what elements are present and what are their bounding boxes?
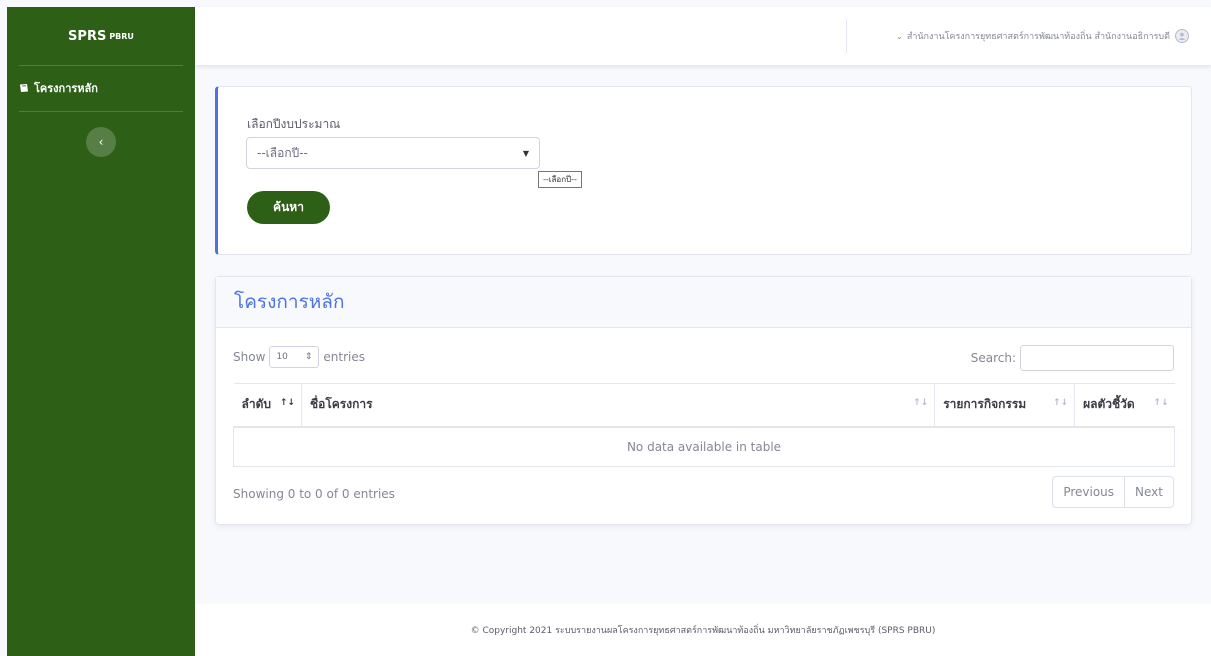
book-icon	[19, 83, 29, 93]
pagination: Previous Next	[1052, 476, 1174, 508]
copyright-text: © Copyright 2021 ระบบรายงานผลโครงการยุทธ…	[470, 626, 936, 636]
budget-year-select[interactable]: --เลือกปี-- ▼	[246, 137, 540, 169]
next-button[interactable]: Next	[1124, 477, 1173, 507]
card-header: โครงการหลัก	[216, 277, 1191, 328]
card-title: โครงการหลัก	[234, 291, 345, 313]
entries-select[interactable]: 10 ⇕	[269, 346, 320, 368]
brand-logo[interactable]: SPRS PBRU	[7, 7, 195, 65]
show-label: Show	[233, 350, 266, 364]
select-tooltip: --เลือกปี--	[538, 171, 582, 188]
entries-control: Show 10 ⇕ entries	[233, 346, 365, 368]
column-header-indicators[interactable]: ผลตัวชี้วัด ↑↓	[1074, 383, 1175, 428]
footer: © Copyright 2021 ระบบรายงานผลโครงการยุทธ…	[195, 604, 1211, 656]
search-button[interactable]: ค้นหา	[247, 191, 330, 224]
column-header-activities[interactable]: รายการกิจกรรม ↑↓	[934, 383, 1075, 428]
select-value: --เลือกปี--	[257, 145, 308, 160]
sidebar-toggle-button[interactable]: ‹	[86, 127, 116, 157]
previous-button[interactable]: Previous	[1053, 477, 1124, 507]
projects-card: โครงการหลัก Show 10 ⇕ entries Search: ลำ…	[215, 276, 1192, 525]
sort-icon: ↑↓	[1153, 398, 1169, 408]
sidebar-divider	[19, 111, 183, 112]
user-name: สำนักงานโครงการยุทธศาสตร์การพัฒนาท้องถิ่…	[906, 32, 1170, 42]
sidebar-item-label: โครงการหลัก	[34, 82, 98, 95]
brand-sup: PBRU	[109, 31, 134, 41]
sidebar-item-main-projects[interactable]: โครงการหลัก	[7, 66, 195, 111]
table-search: Search:	[971, 345, 1174, 371]
empty-message: No data available in table	[233, 426, 1175, 467]
topbar-divider	[846, 19, 847, 53]
search-label: Search:	[970, 351, 1016, 365]
column-header-order[interactable]: ลำดับ ↑↓	[233, 383, 302, 428]
budget-year-label: เลือกปีงบประมาณ	[247, 117, 341, 131]
entries-value: 10	[276, 352, 288, 362]
table-row: No data available in table	[233, 426, 1175, 467]
sort-icon: ↑↓	[913, 398, 929, 408]
stepper-icon: ⇕	[304, 352, 313, 362]
table-info: Showing 0 to 0 of 0 entries	[233, 487, 395, 501]
chevron-down-icon: ⌄	[896, 31, 903, 41]
sidebar: SPRS PBRU โครงการหลัก ‹	[7, 7, 195, 656]
column-label: ผลตัวชี้วัด	[1083, 397, 1135, 412]
projects-table: ลำดับ ↑↓ ชื่อโครงการ ↑↓ รายการกิจกรรม ↑↓ ผล…	[233, 383, 1175, 467]
column-label: ชื่อโครงการ	[309, 397, 373, 412]
user-menu[interactable]: ⌄ สำนักงานโครงการยุทธศาสตร์การพัฒนาท้องถ…	[896, 7, 1189, 65]
search-input[interactable]	[1020, 345, 1174, 371]
sort-asc-icon: ↑↓	[279, 398, 295, 408]
entries-label: entries	[323, 350, 365, 364]
column-label: รายการกิจกรรม	[943, 397, 1027, 412]
filter-card: เลือกปีงบประมาณ --เลือกปี-- ▼ --เลือกปี-…	[215, 86, 1192, 255]
dropdown-arrow-icon: ▼	[522, 148, 529, 158]
column-header-project-name[interactable]: ชื่อโครงการ ↑↓	[300, 383, 935, 428]
column-label: ลำดับ	[241, 397, 272, 412]
topbar: ⌄ สำนักงานโครงการยุทธศาสตร์การพัฒนาท้องถ…	[195, 7, 1211, 65]
chevron-left-icon: ‹	[98, 135, 104, 149]
avatar[interactable]	[1175, 29, 1189, 43]
brand-name: SPRS	[68, 28, 107, 44]
table-header-row: ลำดับ ↑↓ ชื่อโครงการ ↑↓ รายการกิจกรรม ↑↓ ผล…	[233, 383, 1175, 428]
sort-icon: ↑↓	[1052, 398, 1069, 408]
